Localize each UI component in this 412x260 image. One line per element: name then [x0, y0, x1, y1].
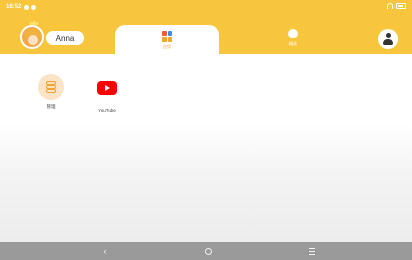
battery-icon: [396, 3, 406, 9]
wifi-icon: [387, 3, 393, 9]
profile-name[interactable]: Anna: [46, 31, 84, 45]
avatar-face: [28, 35, 38, 45]
app-youtube[interactable]: YouTube: [87, 78, 127, 113]
tab-featured[interactable]: 精选: [270, 28, 316, 54]
parent-account-button[interactable]: [378, 29, 398, 49]
status-time: 16:52: [6, 4, 22, 10]
profile-avatar[interactable]: [20, 25, 44, 49]
apps-icon: [162, 31, 172, 42]
home-icon: [204, 247, 212, 255]
parent-account-icon-body: [383, 39, 393, 45]
tab-featured-label: 精选: [289, 41, 297, 46]
back-button[interactable]: ‹: [97, 244, 113, 258]
notification-icon: [31, 4, 37, 10]
app-manage-label: 管理: [46, 104, 56, 109]
navigation-bar: ‹: [0, 242, 412, 260]
recents-icon: [309, 247, 315, 255]
chat-bubble-icon: [288, 29, 298, 38]
status-icons-right: [387, 3, 406, 9]
app-youtube-label: YouTube: [98, 108, 116, 113]
tab-apps-label: 应用: [163, 44, 171, 49]
status-icons-left: [24, 4, 37, 10]
app-youtube-icon-bg: [94, 78, 120, 104]
app-manage[interactable]: 管理: [31, 74, 71, 110]
youtube-icon: [97, 81, 117, 95]
layers-icon: [46, 81, 56, 93]
back-icon: ‹: [103, 246, 107, 256]
status-bar: 16:52: [0, 0, 412, 14]
app-manage-icon-bg: [38, 74, 64, 100]
parent-account-icon: [385, 33, 391, 38]
home-button[interactable]: [200, 244, 216, 258]
recents-button[interactable]: [304, 244, 320, 258]
settings-icon: [24, 4, 30, 10]
